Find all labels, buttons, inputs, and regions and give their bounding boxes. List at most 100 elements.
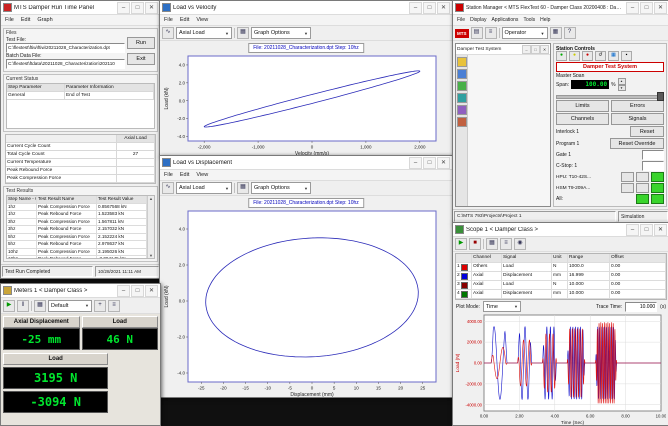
- test-result-row[interactable]: 3hzPeak Compression Force1.567811 kN: [7, 219, 147, 227]
- list-icon[interactable]: ≡: [500, 238, 512, 250]
- menu-tools[interactable]: Tools: [523, 17, 535, 23]
- scope-channel-row[interactable]: 1OthersLoadN1000.00.00: [456, 263, 666, 272]
- minimize-icon[interactable]: –: [522, 45, 531, 54]
- test-result-row[interactable]: 5hzPeak Rebound Force2.978637 kN: [7, 241, 147, 249]
- lock-icon[interactable]: ▪: [621, 51, 632, 61]
- maximize-icon[interactable]: □: [640, 2, 653, 14]
- close-icon[interactable]: ✕: [145, 2, 158, 14]
- run-button[interactable]: Run: [127, 37, 155, 49]
- test-result-row[interactable]: 5hzPeak Compression Force2.152224 kN: [7, 234, 147, 242]
- maximize-icon[interactable]: □: [423, 157, 436, 169]
- maximize-icon[interactable]: □: [640, 224, 653, 236]
- hpu-low-button[interactable]: [636, 172, 649, 182]
- span-slider[interactable]: [556, 92, 664, 99]
- signal-wave-icon[interactable]: ∿: [162, 27, 174, 39]
- meter-header[interactable]: Load: [82, 316, 159, 328]
- test-result-row[interactable]: 1hzPeak Rebound Force1.523583 kN: [7, 211, 147, 219]
- maximize-icon[interactable]: □: [131, 285, 144, 297]
- station-titlebar[interactable]: Station Manager < MTS FlexTest 60 - Damp…: [453, 1, 668, 15]
- message-log-icon[interactable]: [457, 105, 467, 115]
- menu-edit[interactable]: Edit: [21, 17, 30, 23]
- exit-button[interactable]: Exit: [127, 53, 155, 65]
- function-generator-icon[interactable]: [457, 93, 467, 103]
- scope-signal-cell[interactable]: Load: [502, 263, 552, 272]
- all-low-button[interactable]: [636, 194, 649, 204]
- menu-graph[interactable]: Graph: [37, 17, 52, 23]
- test-result-row[interactable]: 1hzPeak Compression Force0.8567568 kN: [7, 204, 147, 212]
- scope-channel-row[interactable]: 2AxialDisplacementmm16.9990.00: [456, 272, 666, 281]
- menu-edit[interactable]: Edit: [180, 172, 189, 178]
- start-icon[interactable]: ▶: [3, 300, 15, 312]
- counter-row[interactable]: Current Temperature: [6, 159, 155, 167]
- close-icon[interactable]: ✕: [437, 2, 450, 14]
- close-icon[interactable]: ✕: [654, 224, 667, 236]
- setup-icon[interactable]: ▦: [608, 51, 619, 61]
- menu-display[interactable]: Display: [470, 17, 486, 23]
- scroll-up-icon[interactable]: ▲: [149, 196, 153, 201]
- current-status-table[interactable]: Step Parameter Parameter Information Gen…: [6, 83, 155, 129]
- test-system-indicator[interactable]: Damper Test System: [556, 62, 664, 72]
- hpu-high-button[interactable]: [651, 172, 664, 182]
- counter-row[interactable]: Peak Rebound Force: [6, 167, 155, 175]
- help-icon[interactable]: ?: [564, 27, 576, 39]
- hpu-off-button[interactable]: [621, 172, 634, 182]
- scope-offset-cell[interactable]: 0.00: [610, 281, 666, 290]
- counter-row[interactable]: Current Cycle Count: [6, 143, 155, 151]
- meters-icon[interactable]: [457, 81, 467, 91]
- channel-combo[interactable]: Axial Load▼: [176, 182, 232, 194]
- minimize-icon[interactable]: –: [409, 2, 422, 14]
- hsm-high-button[interactable]: [651, 183, 664, 193]
- menu-help[interactable]: Help: [540, 17, 550, 23]
- counter-row[interactable]: Total Cycle Count27: [6, 151, 155, 159]
- runtime-titlebar[interactable]: MTS Damper Run Time Panel – □ ✕: [1, 1, 160, 15]
- hsm-off-button[interactable]: [621, 183, 634, 193]
- scope-channel-cell[interactable]: Axial: [472, 281, 502, 290]
- minimize-icon[interactable]: –: [409, 157, 422, 169]
- menu-file[interactable]: File: [164, 172, 173, 178]
- counter-row[interactable]: Peak Compression Force: [6, 175, 155, 183]
- limits-button[interactable]: Limits: [556, 100, 609, 112]
- meters-titlebar[interactable]: Meters 1 < Damper Class > –□✕: [1, 284, 160, 298]
- displacement-titlebar[interactable]: Load vs Displacement –□✕: [160, 156, 452, 170]
- close-icon[interactable]: ✕: [540, 45, 549, 54]
- scope-channel-cell[interactable]: Axial: [472, 290, 502, 299]
- scope-titlebar[interactable]: Scope 1 < Damper Class > –□✕: [453, 223, 668, 237]
- scope-channel-cell[interactable]: Others: [472, 263, 502, 272]
- graph-options-combo[interactable]: Graph Options▼: [251, 182, 311, 194]
- scope-offset-cell[interactable]: 0.00: [610, 290, 666, 299]
- scope-channel-row[interactable]: 4AxialDisplacementmm10.0000.00: [456, 290, 666, 299]
- menu-file[interactable]: File: [457, 17, 465, 23]
- all-high-button[interactable]: [651, 194, 664, 204]
- menu-applications[interactable]: Applications: [491, 17, 518, 23]
- meter-header[interactable]: Load: [3, 353, 108, 365]
- minimize-icon[interactable]: –: [117, 2, 130, 14]
- grid-icon[interactable]: ▦: [237, 182, 249, 194]
- scope-channel-cell[interactable]: Axial: [472, 272, 502, 281]
- signals-button[interactable]: Signals: [611, 113, 664, 125]
- meter-header[interactable]: Axial Displacement: [3, 316, 80, 328]
- start-icon[interactable]: ▶: [455, 238, 467, 250]
- menu-file[interactable]: File: [5, 17, 14, 23]
- minimize-icon[interactable]: –: [117, 285, 130, 297]
- grid-icon[interactable]: ▦: [237, 27, 249, 39]
- plot-mode-combo[interactable]: Time▼: [483, 301, 521, 312]
- scope-channel-table[interactable]: ChannelSignalUnitRangeOffset 1OthersLoad…: [455, 253, 667, 300]
- errors-button[interactable]: Errors: [611, 100, 664, 112]
- slider-thumb[interactable]: [657, 92, 664, 101]
- reset-button[interactable]: Reset: [630, 126, 664, 137]
- inner-window-titlebar[interactable]: Damper Test System – □ ✕: [456, 44, 550, 55]
- scope-range-cell[interactable]: 10.000: [568, 281, 610, 290]
- new-window-icon[interactable]: ▦: [550, 27, 562, 39]
- maximize-icon[interactable]: □: [131, 2, 144, 14]
- current-status-row[interactable]: GeneralEnd of Test: [7, 92, 154, 100]
- velocity-titlebar[interactable]: Load vs Velocity –□✕: [160, 1, 452, 15]
- minimize-icon[interactable]: –: [626, 2, 639, 14]
- stop-icon[interactable]: ■: [469, 238, 481, 250]
- hsm-low-button[interactable]: [636, 183, 649, 193]
- batch-file-input[interactable]: C:\flextest\ftdata\20211028_Characteriza…: [6, 59, 125, 69]
- grid-icon[interactable]: ▦: [34, 300, 46, 312]
- signal-scope-icon[interactable]: [457, 69, 467, 79]
- menu-view[interactable]: View: [196, 172, 208, 178]
- scope-range-cell[interactable]: 10.000: [568, 290, 610, 299]
- decrement-icon[interactable]: ▼: [618, 85, 626, 92]
